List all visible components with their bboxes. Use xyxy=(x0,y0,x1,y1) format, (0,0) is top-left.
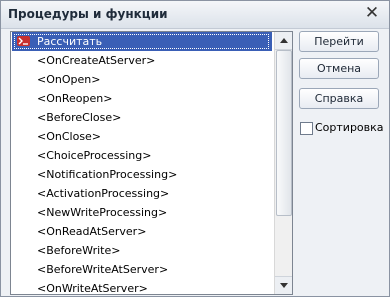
list-item[interactable]: <BeforeWriteAtServer> xyxy=(12,260,272,279)
list-item[interactable]: <BeforeWrite> xyxy=(12,241,272,260)
scroll-thumb[interactable] xyxy=(276,50,292,216)
list-item[interactable]: <ActivationProcessing> xyxy=(12,184,272,203)
list-item[interactable]: <OnReadAtServer> xyxy=(12,222,272,241)
arrow-down-icon xyxy=(279,283,288,288)
list-item[interactable]: <OnCreateAtServer> xyxy=(12,51,272,70)
scroll-down-button[interactable] xyxy=(275,276,292,294)
list-item-label: <OnCreateAtServer> xyxy=(37,54,156,67)
list-item-label: <NewWriteProcessing> xyxy=(37,206,168,219)
cancel-button[interactable]: Отмена xyxy=(299,58,379,79)
arrow-up-icon xyxy=(279,38,288,43)
list-item-label: <BeforeWriteAtServer> xyxy=(37,263,169,276)
list-item[interactable]: <NewWriteProcessing> xyxy=(12,203,272,222)
list-item[interactable]: <ChoiceProcessing> xyxy=(12,146,272,165)
list-item-label: <NotificationProcessing> xyxy=(37,168,178,181)
list-item[interactable]: Рассчитать xyxy=(12,32,272,51)
dialog-title: Процедуры и функции xyxy=(8,7,168,21)
list-item-label: <OnWriteAtServer> xyxy=(37,282,148,295)
list-item-label: <OnClose> xyxy=(37,130,102,143)
title-bar: Процедуры и функции ✕ xyxy=(1,1,389,29)
help-button[interactable]: Справка xyxy=(299,88,379,109)
list-item-label: <BeforeWrite> xyxy=(37,244,121,257)
list-item[interactable]: <NotificationProcessing> xyxy=(12,165,272,184)
procedures-list[interactable]: Рассчитать <OnCreateAtServer> <OnOpen> <… xyxy=(10,31,293,295)
sort-label: Сортировка xyxy=(315,121,384,134)
list-item[interactable]: <OnOpen> xyxy=(12,70,272,89)
list-item-label: <BeforeClose> xyxy=(37,111,122,124)
vertical-scrollbar[interactable] xyxy=(274,32,292,294)
list-item-label: <ActivationProcessing> xyxy=(37,187,170,200)
list-item-label: <OnReadAtServer> xyxy=(37,225,147,238)
list-items: Рассчитать <OnCreateAtServer> <OnOpen> <… xyxy=(12,32,272,295)
sort-checkbox[interactable] xyxy=(300,122,313,135)
list-item-label: <ChoiceProcessing> xyxy=(37,149,152,162)
focus-rectangle xyxy=(14,34,269,49)
list-item[interactable]: <OnWriteAtServer> xyxy=(12,279,272,295)
close-icon[interactable]: ✕ xyxy=(363,4,381,22)
procedures-dialog: Процедуры и функции ✕ Рассчитать <OnCrea… xyxy=(0,0,390,297)
list-item[interactable]: <BeforeClose> xyxy=(12,108,272,127)
list-item-label: <OnOpen> xyxy=(37,73,101,86)
list-item[interactable]: <OnReopen> xyxy=(12,89,272,108)
list-item[interactable]: <OnClose> xyxy=(12,127,272,146)
list-item-label: <OnReopen> xyxy=(37,92,113,105)
go-button[interactable]: Перейти xyxy=(299,31,379,52)
scroll-up-button[interactable] xyxy=(275,32,292,50)
